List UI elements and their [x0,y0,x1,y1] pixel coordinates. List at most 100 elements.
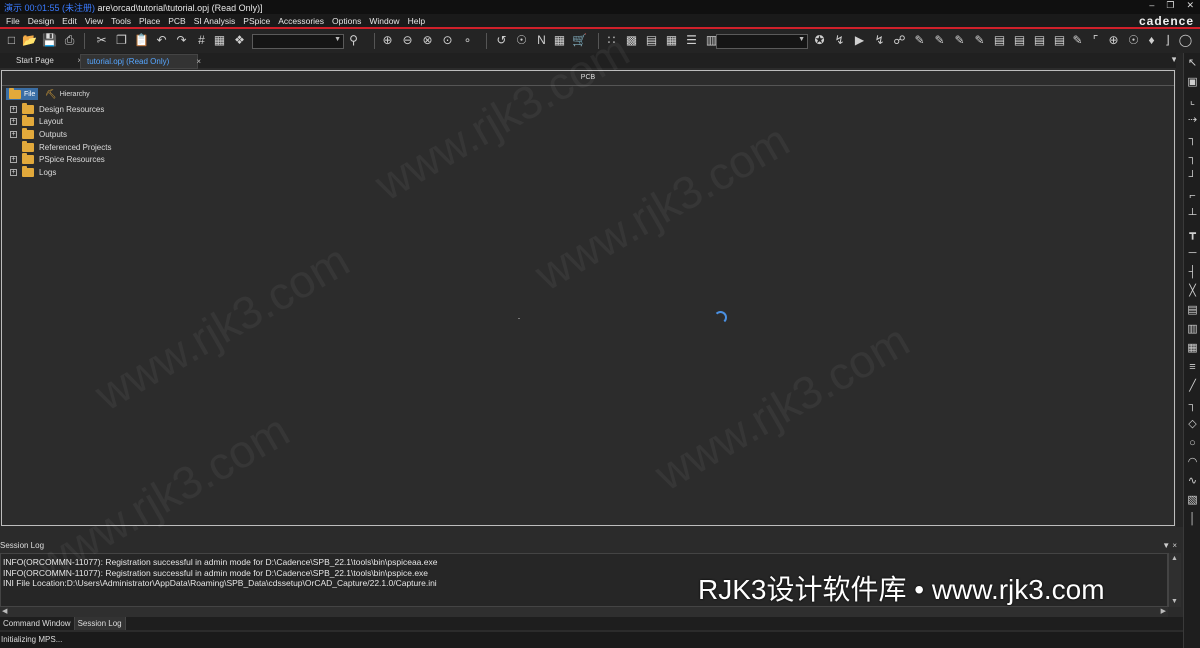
redo-icon[interactable]: ↷ [174,33,189,48]
save-icon[interactable]: 💾 [42,33,57,48]
menu-accessories[interactable]: Accessories [274,16,328,27]
junction-icon[interactable]: ┐ [1186,152,1199,165]
bias-icon[interactable]: ☍ [892,33,907,48]
expand-icon[interactable]: + [10,156,17,164]
scroll-down-icon[interactable]: ▼ [1171,598,1178,605]
arc-icon[interactable]: ◠ [1186,456,1199,469]
net-icon[interactable]: ⇢ [1186,114,1199,127]
group-icon[interactable]: ▩ [624,33,639,48]
pen-icon[interactable]: ✎ [1070,33,1085,48]
menu-tools[interactable]: Tools [107,16,135,27]
hier-pin-icon[interactable]: ▦ [1186,342,1199,355]
paste-icon[interactable]: 📋 [134,33,149,48]
marker-icon[interactable]: ☉ [1126,33,1141,48]
ground-icon[interactable]: ┳ [1186,228,1199,241]
image-icon[interactable]: ▧ [1186,494,1199,507]
tab-session-log[interactable]: Session Log [74,617,126,630]
cut-icon[interactable]: ✂ [94,33,109,48]
drop-icon[interactable]: ♦ [1144,33,1159,48]
netlist-icon[interactable]: ☉ [514,33,529,48]
scroll-up-icon[interactable]: ▲ [1171,555,1178,562]
part-combo[interactable]: ▼ [252,34,344,49]
power-icon[interactable]: ┴ [1186,209,1199,222]
menu-pspice[interactable]: PSpice [239,16,274,27]
menu-edit[interactable]: Edit [58,16,81,27]
notes-icon[interactable]: N [534,33,549,48]
voltage-probe-icon[interactable]: ↯ [832,33,847,48]
copy-icon[interactable]: ❐ [114,33,129,48]
panel-controls[interactable]: ▼ × [1162,540,1177,552]
open-folder-icon[interactable]: 📂 [22,33,37,48]
menu-design[interactable]: Design [24,16,58,27]
text-icon[interactable]: ≡ [1186,361,1199,374]
hier-block-icon[interactable]: ▤ [1052,33,1067,48]
run-icon[interactable]: ▶ [852,33,867,48]
no-connect-icon[interactable]: ╳ [1186,285,1199,298]
undo-icon[interactable]: ↶ [154,33,169,48]
port-icon[interactable]: ┤ [1186,266,1199,279]
ruler-icon[interactable]: │ [1186,513,1199,526]
zoom-all-icon[interactable]: ⊙ [440,33,455,48]
restore-icon[interactable]: ❐ [1166,0,1174,11]
scroll-right-icon[interactable]: ▶ [1161,607,1166,615]
current-probe-icon[interactable]: ↯ [872,33,887,48]
text-icon[interactable]: ⌋ [1160,33,1175,48]
snap-icon[interactable]: ▦ [212,33,227,48]
no-connect-icon[interactable]: ⌜ [1088,33,1103,48]
power-icon[interactable]: ✎ [952,33,967,48]
calc-icon[interactable]: ▦ [664,33,679,48]
menu-file[interactable]: File [2,16,24,27]
tree-node[interactable]: + Design Resources [10,102,111,116]
pin-icon[interactable]: ❖ [232,33,247,48]
layer-icon[interactable]: ▤ [644,33,659,48]
list-icon[interactable]: ☰ [684,33,699,48]
rect-icon[interactable]: ◇ [1186,418,1199,431]
expand-icon[interactable]: + [10,105,17,113]
scroll-left-icon[interactable]: ◀ [2,607,7,615]
expand-icon[interactable]: + [10,118,17,126]
tree-node[interactable]: + PSpice Resources [10,153,111,166]
probe-icon[interactable]: ✪ [812,33,827,48]
part-icon[interactable]: ▣ [1186,76,1199,89]
expand-icon[interactable]: + [10,130,17,138]
bus-icon[interactable]: ✎ [932,33,947,48]
bus-icon[interactable]: ┐ [1186,133,1199,146]
ground-icon[interactable]: ✎ [972,33,987,48]
hier-port-icon[interactable]: ▥ [1186,323,1199,336]
pane-scrollbar[interactable] [1176,53,1183,527]
zoom-fit-icon[interactable]: ∘ [460,33,475,48]
menu-place[interactable]: Place [135,16,164,27]
junction-icon[interactable]: ⊕ [1106,33,1121,48]
bom-icon[interactable]: ▦ [552,33,567,48]
search-icon[interactable]: ⚲ [346,33,361,48]
log-vertical-scrollbar[interactable]: ▲ ▼ [1168,553,1181,607]
menu-si-analysis[interactable]: SI Analysis [190,16,240,27]
tree-node[interactable]: + Logs [10,165,111,179]
tab-command-window[interactable]: Command Window [0,617,75,630]
zoom-area-icon[interactable]: ⊗ [420,33,435,48]
profile-combo[interactable]: ▼ [716,34,808,49]
menu-window[interactable]: Window [365,16,403,27]
polyline-icon[interactable]: ┐ [1186,399,1199,412]
select-icon[interactable]: ↖ [1186,57,1199,70]
annotate-icon[interactable]: ↺ [494,33,509,48]
tree-node[interactable]: + Layout [10,115,111,129]
tab-file[interactable]: File [6,87,39,100]
expand-icon[interactable]: + [10,168,17,176]
line-icon[interactable]: ◯ [1178,33,1193,48]
zoom-out-icon[interactable]: ⊖ [400,33,415,48]
close-icon[interactable]: × [196,55,201,68]
close-icon[interactable]: ✕ [1186,0,1194,11]
print-icon[interactable]: ⎙ [62,33,77,48]
bus-entry-icon[interactable]: ┘ [1186,171,1199,184]
tab-start-page[interactable]: Start Page × [10,54,82,67]
part-icon[interactable]: ▤ [992,33,1007,48]
minimize-icon[interactable]: – [1149,0,1154,11]
menu-options[interactable]: Options [328,16,365,27]
bezier-icon[interactable]: ∿ [1186,475,1199,488]
net-alias-icon[interactable]: ⌐ [1186,190,1199,203]
hier-block-icon[interactable]: ▤ [1186,304,1199,317]
offpage-icon[interactable]: ─ [1186,247,1199,260]
wire-icon[interactable]: ⌞ [1186,95,1199,108]
wire-icon[interactable]: ✎ [912,33,927,48]
